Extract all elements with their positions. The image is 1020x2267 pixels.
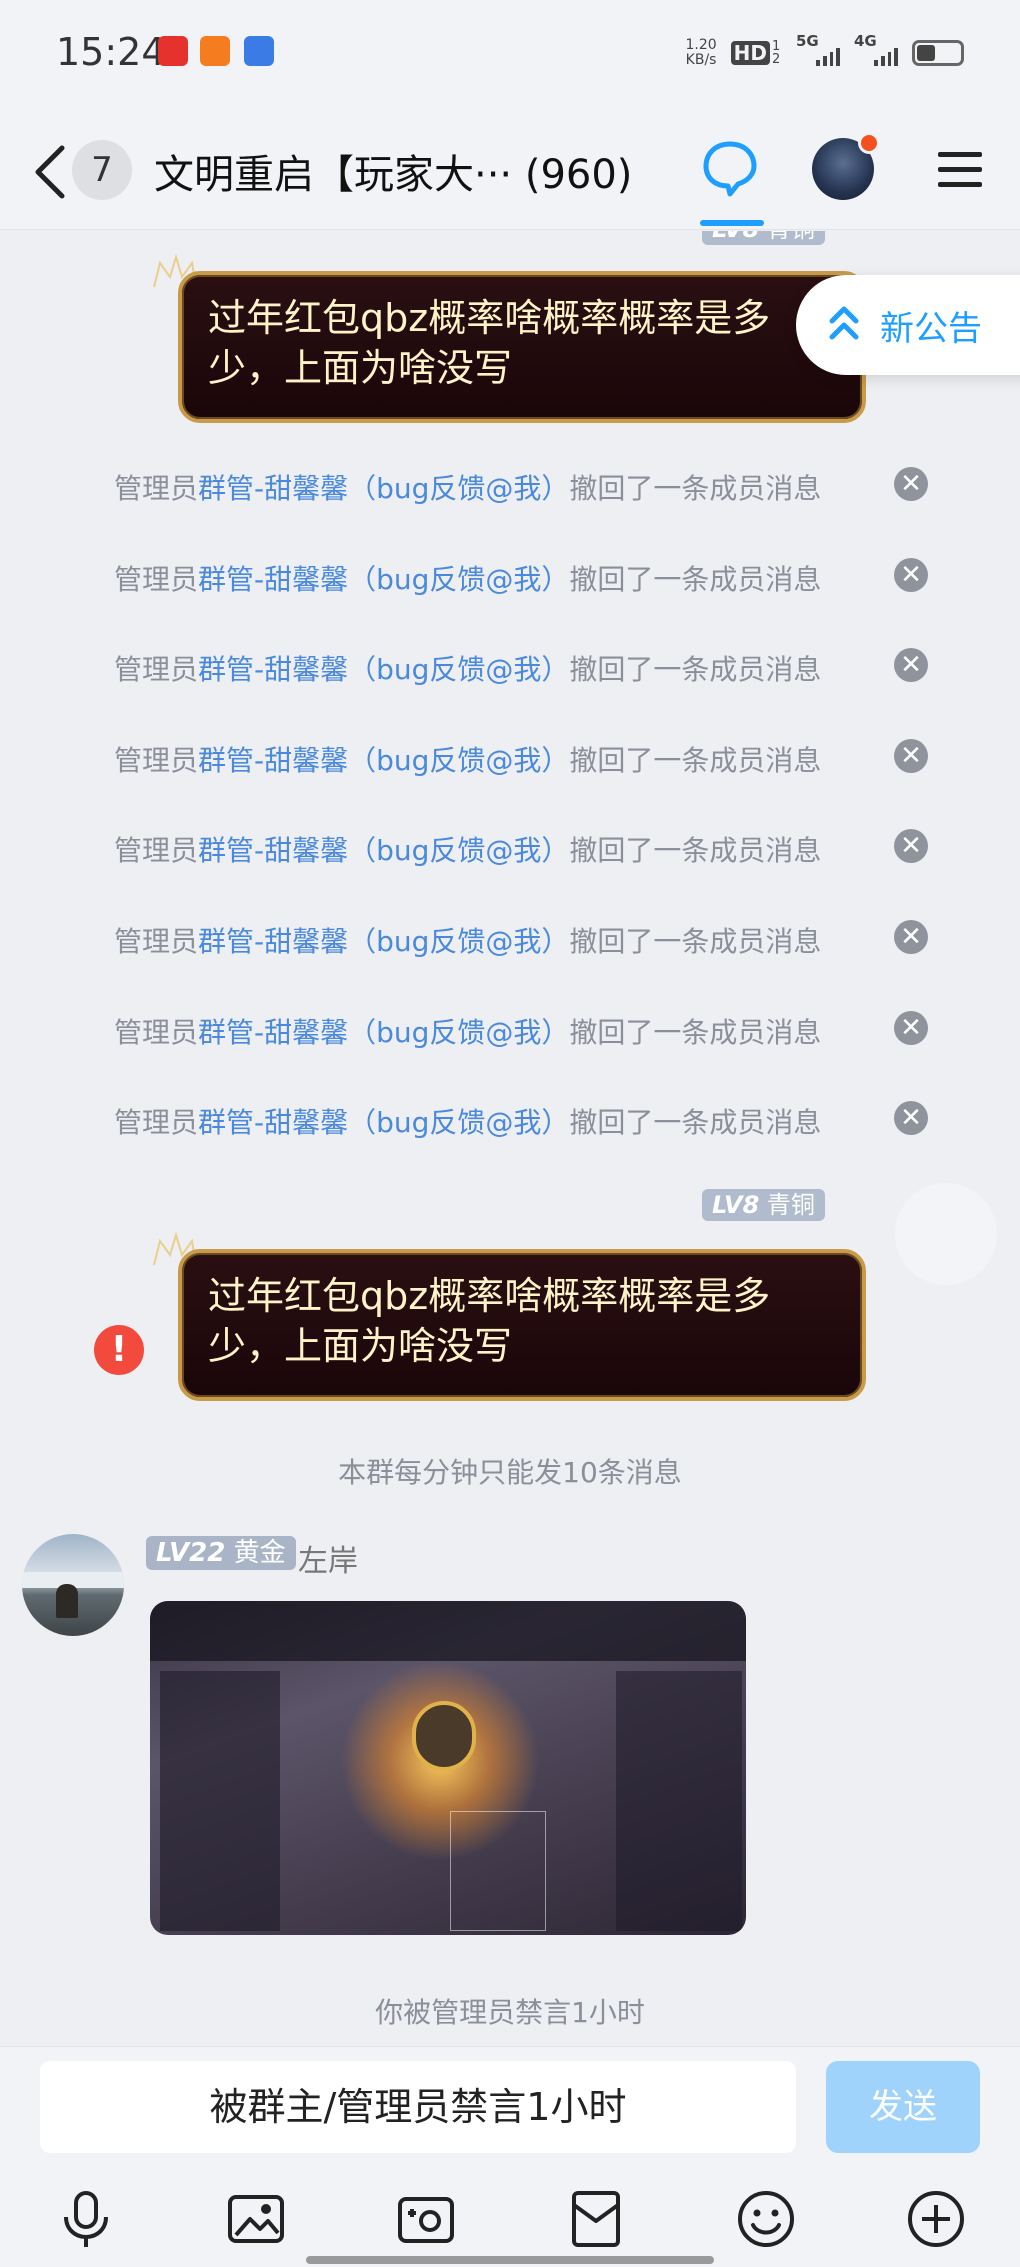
admin-name-link[interactable]: 群管-甜馨馨（bug反馈@我） — [198, 834, 569, 867]
recall-notice: 管理员群管-甜馨馨（bug反馈@我）撤回了一条成员消息 — [114, 472, 822, 505]
camera-icon[interactable] — [396, 2189, 456, 2249]
notification-dot — [858, 132, 880, 154]
rate-limit-notice: 本群每分钟只能发10条消息 — [338, 1456, 682, 1489]
close-icon[interactable]: ✕ — [894, 739, 928, 773]
close-icon[interactable]: ✕ — [894, 558, 928, 592]
close-icon[interactable]: ✕ — [894, 920, 928, 954]
admin-name-link[interactable]: 群管-甜馨馨（bug反馈@我） — [198, 653, 569, 686]
level-badge: LV8 青铜 — [702, 1189, 825, 1221]
message-bubble[interactable]: 过年红包qbz概率啥概率概率是多少，上面为啥没写 — [178, 1249, 866, 1401]
menu-icon[interactable] — [938, 152, 982, 188]
muted-notice: 你被管理员禁言1小时 — [375, 1996, 645, 2029]
plus-icon[interactable] — [906, 2189, 966, 2249]
status-bar: 15:24 1.20 KB/s HD 1 2 5G 4G — [0, 0, 1020, 110]
admin-name-link[interactable]: 群管-甜馨馨（bug反馈@我） — [198, 563, 569, 596]
network-speed: 1.20 KB/s — [685, 37, 717, 68]
recall-notice: 管理员群管-甜馨馨（bug反馈@我）撤回了一条成员消息 — [114, 563, 822, 596]
microphone-icon[interactable] — [56, 2189, 116, 2249]
emoji-icon[interactable] — [736, 2189, 796, 2249]
red-packet-icon[interactable] — [566, 2189, 626, 2249]
chevron-up-icon — [829, 306, 859, 340]
admin-name-link[interactable]: 群管-甜馨馨（bug反馈@我） — [198, 744, 569, 777]
clock: 15:24 — [56, 30, 166, 74]
sender-name[interactable]: 左岸 — [298, 1536, 358, 1580]
home-indicator[interactable] — [306, 2256, 714, 2264]
close-icon[interactable]: ✕ — [894, 1101, 928, 1135]
unread-count-badge[interactable]: 7 — [72, 140, 132, 200]
admin-name-link[interactable]: 群管-甜馨馨（bug反馈@我） — [198, 1106, 569, 1139]
input-bar: 被群主/管理员禁言1小时 发送 — [0, 2046, 1020, 2267]
level-badge: LV22 黄金 — [146, 1536, 296, 1570]
back-icon[interactable] — [32, 144, 72, 200]
send-button[interactable]: 发送 — [826, 2061, 980, 2153]
battery-icon — [912, 40, 964, 66]
chat-header: 7 文明重启【玩家大··· (960) — [0, 110, 1020, 230]
group-title[interactable]: 文明重启【玩家大··· (960) — [154, 142, 632, 200]
error-icon[interactable]: ! — [94, 1325, 144, 1375]
admin-name-link[interactable]: 群管-甜馨馨（bug反馈@我） — [198, 1016, 569, 1049]
app-notification-icon — [244, 36, 274, 66]
status-indicators: 1.20 KB/s HD 1 2 5G 4G — [685, 32, 964, 70]
app-notification-icon — [200, 36, 230, 66]
recall-notice: 管理员群管-甜馨馨（bug反馈@我）撤回了一条成员消息 — [114, 834, 822, 867]
recall-notice: 管理员群管-甜馨馨（bug反馈@我）撤回了一条成员消息 — [114, 744, 822, 777]
hd-icon: HD 1 2 — [730, 40, 782, 66]
message-input[interactable]: 被群主/管理员禁言1小时 — [40, 2061, 796, 2153]
close-icon[interactable]: ✕ — [894, 829, 928, 863]
image-icon[interactable] — [226, 2189, 286, 2249]
active-tab-indicator — [700, 220, 764, 226]
image-message[interactable] — [150, 1601, 746, 1935]
announcement-label: 新公告 — [880, 309, 982, 349]
recall-notice: 管理员群管-甜馨馨（bug反馈@我）撤回了一条成员消息 — [114, 1106, 822, 1139]
new-announcement-button[interactable]: 新公告 — [796, 275, 1020, 375]
app-notification-icon — [158, 36, 188, 66]
close-icon[interactable]: ✕ — [894, 467, 928, 501]
signal-5g-icon: 5G — [796, 32, 840, 66]
close-icon[interactable]: ✕ — [894, 648, 928, 682]
level-badge: LV8 青铜 — [702, 231, 825, 245]
chat-icon[interactable] — [700, 138, 760, 198]
signal-4g-icon: 4G — [854, 32, 898, 66]
message-bubble[interactable]: 过年红包qbz概率啥概率概率是多少，上面为啥没写 — [178, 271, 866, 423]
recall-notice: 管理员群管-甜馨馨（bug反馈@我）撤回了一条成员消息 — [114, 1016, 822, 1049]
avatar[interactable] — [22, 1534, 124, 1636]
close-icon[interactable]: ✕ — [894, 1011, 928, 1045]
admin-name-link[interactable]: 群管-甜馨馨（bug反馈@我） — [198, 472, 569, 505]
avatar[interactable] — [895, 1183, 997, 1285]
recall-notice: 管理员群管-甜馨馨（bug反馈@我）撤回了一条成员消息 — [114, 925, 822, 958]
admin-name-link[interactable]: 群管-甜馨馨（bug反馈@我） — [198, 925, 569, 958]
recall-notice: 管理员群管-甜馨馨（bug反馈@我）撤回了一条成员消息 — [114, 653, 822, 686]
chat-messages[interactable]: LV8 青铜 过年红包qbz概率啥概率概率是多少，上面为啥没写 新公告 管理员群… — [0, 231, 1020, 2046]
